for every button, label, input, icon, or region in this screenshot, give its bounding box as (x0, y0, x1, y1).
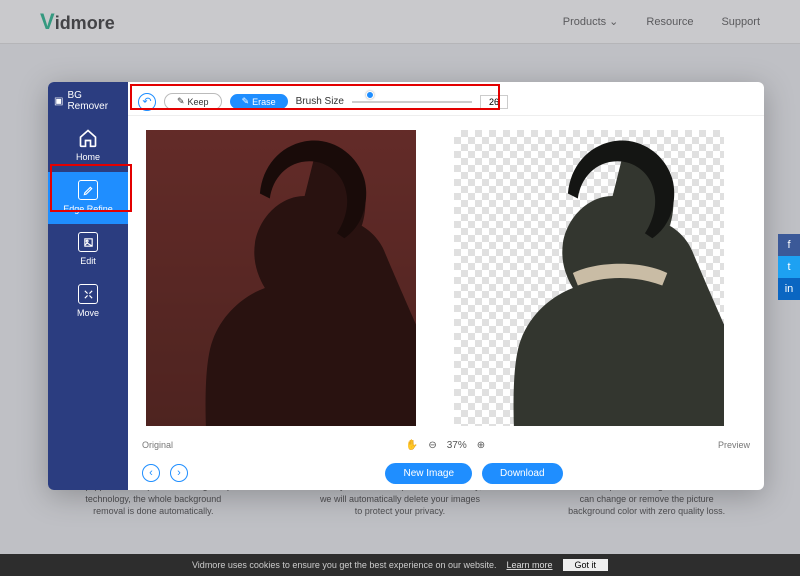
home-icon (78, 128, 98, 148)
preview-panel[interactable] (448, 124, 752, 432)
original-label: Original (142, 440, 173, 450)
cookie-banner: Vidmore uses cookies to ensure you get t… (0, 554, 800, 576)
zoom-controls: ✋ ⊖ 37% ⊕ (406, 440, 485, 451)
cookie-learn-more[interactable]: Learn more (506, 560, 552, 570)
zoom-level: 37% (447, 440, 467, 451)
preview-image (454, 130, 724, 426)
new-image-button[interactable]: New Image (385, 463, 472, 484)
zoom-out-button[interactable]: ⊖ (428, 440, 436, 451)
sidebar-label-move: Move (77, 308, 99, 318)
erase-tool-button[interactable]: ✎Erase (230, 94, 288, 109)
bg-remover-modal: ▣ BG Remover Home Edge Refine Edit Move … (48, 82, 764, 490)
pan-icon[interactable]: ✋ (406, 440, 418, 451)
undo-button[interactable]: ↶ (138, 93, 156, 111)
linkedin-icon[interactable]: in (778, 278, 800, 300)
slider-thumb[interactable] (366, 91, 374, 99)
original-image (146, 130, 416, 426)
social-rail: f t in (778, 234, 800, 300)
prev-button[interactable]: ‹ (142, 464, 160, 482)
facebook-icon[interactable]: f (778, 234, 800, 256)
brush-size-value[interactable]: 26 (480, 95, 508, 109)
sidebar-item-edge-refine[interactable]: Edge Refine (48, 172, 128, 224)
action-row: ‹ › New Image Download (128, 456, 764, 490)
canvas-footer: Original ✋ ⊖ 37% ⊕ Preview (128, 434, 764, 456)
editor-sidebar: ▣ BG Remover Home Edge Refine Edit Move (48, 82, 128, 490)
image-icon: ▣ (54, 96, 63, 107)
sidebar-item-home[interactable]: Home (48, 120, 128, 172)
brush-erase-icon: ✎ (242, 96, 250, 107)
brush-size-label: Brush Size (296, 96, 344, 107)
keep-tool-button[interactable]: ✎Keep (164, 93, 222, 110)
sidebar-item-move[interactable]: Move (48, 276, 128, 328)
zoom-in-button[interactable]: ⊕ (477, 440, 485, 451)
canvas-area (128, 116, 764, 434)
cookie-accept-button[interactable]: Got it (563, 559, 609, 571)
edit-icon (78, 232, 98, 252)
move-icon (78, 284, 98, 304)
editor-main: ↶ ✎Keep ✎Erase Brush Size 26 (128, 82, 764, 490)
download-button[interactable]: Download (482, 463, 562, 484)
mask-overlay (146, 130, 416, 426)
sidebar-item-edit[interactable]: Edit (48, 224, 128, 276)
sidebar-label-home: Home (76, 152, 100, 162)
original-panel[interactable] (140, 124, 444, 432)
brush-size-slider[interactable] (352, 95, 472, 109)
brush-keep-icon: ✎ (177, 96, 185, 107)
sidebar-label-edge: Edge Refine (63, 204, 113, 214)
twitter-icon[interactable]: t (778, 256, 800, 278)
next-button[interactable]: › (170, 464, 188, 482)
person-silhouette-right (476, 130, 724, 426)
sidebar-label-edit: Edit (80, 256, 96, 266)
app-title: ▣ BG Remover (48, 82, 128, 120)
cookie-message: Vidmore uses cookies to ensure you get t… (192, 560, 497, 570)
edge-refine-icon (78, 180, 98, 200)
toolbar: ↶ ✎Keep ✎Erase Brush Size 26 (128, 88, 764, 116)
preview-label: Preview (718, 440, 750, 450)
